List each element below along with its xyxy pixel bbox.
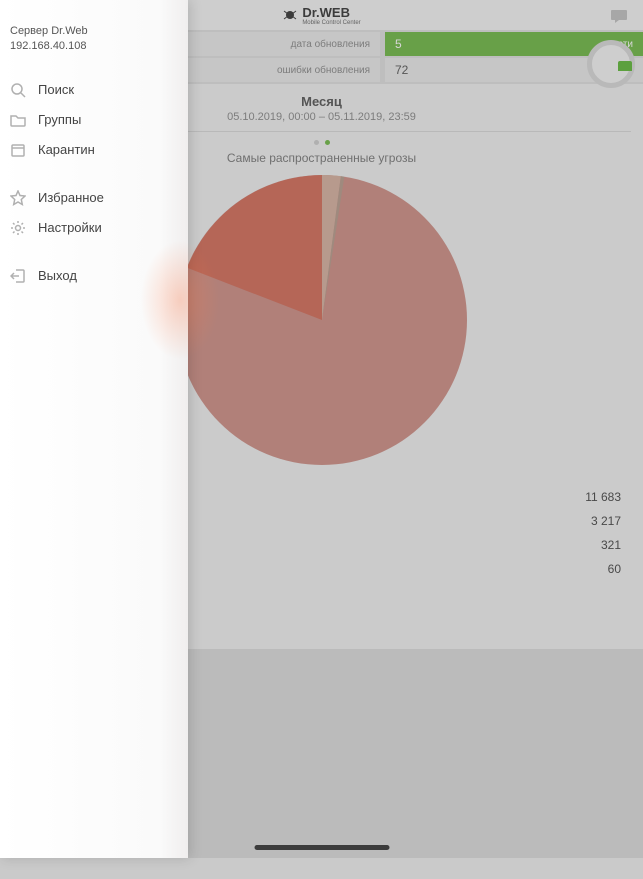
server-ip: 192.168.40.108: [10, 39, 178, 54]
sidebar-item-label: Карантин: [38, 142, 95, 157]
folder-icon: [10, 112, 26, 128]
drawer-overlay[interactable]: [188, 0, 643, 858]
sidebar-item-search[interactable]: Поиск: [0, 75, 188, 105]
sidebar-drawer: Сервер Dr.Web 192.168.40.108 Поиск Групп…: [0, 0, 188, 858]
search-icon: [10, 82, 26, 98]
server-label: Сервер Dr.Web: [10, 24, 178, 39]
gear-icon: [10, 220, 26, 236]
sidebar-item-logout[interactable]: Выход: [0, 261, 188, 291]
sidebar-item-settings[interactable]: Настройки: [0, 213, 188, 243]
sidebar-item-groups[interactable]: Группы: [0, 105, 188, 135]
sidebar-item-label: Поиск: [38, 82, 74, 97]
sidebar-item-label: Выход: [38, 268, 77, 283]
server-info: Сервер Dr.Web 192.168.40.108: [0, 24, 188, 75]
star-icon: [10, 190, 26, 206]
logout-icon: [10, 268, 26, 284]
sidebar-item-quarantine[interactable]: Карантин: [0, 135, 188, 165]
sidebar-item-favorites[interactable]: Избранное: [0, 183, 188, 213]
sidebar-item-label: Избранное: [38, 190, 104, 205]
calendar-icon: [10, 142, 26, 158]
sidebar-item-label: Группы: [38, 112, 81, 127]
sidebar-item-label: Настройки: [38, 220, 102, 235]
